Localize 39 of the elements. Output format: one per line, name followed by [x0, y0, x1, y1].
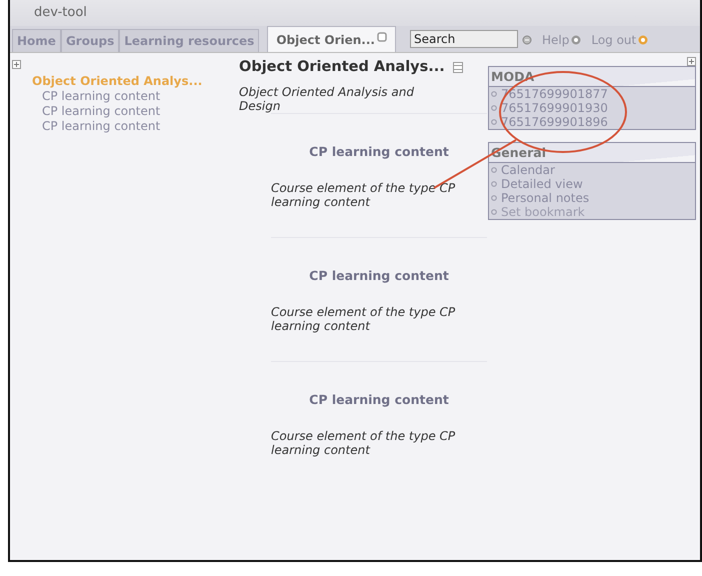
tree-item[interactable]: CP learning content	[12, 104, 217, 119]
element-title[interactable]: CP learning content	[271, 392, 487, 407]
bullet-icon	[491, 167, 497, 173]
tree-item[interactable]: CP learning content	[12, 89, 217, 104]
close-icon[interactable]	[376, 32, 387, 42]
help-link[interactable]: Help	[542, 33, 570, 47]
portlet-link[interactable]: 76517699901930	[501, 101, 608, 115]
element-title[interactable]: CP learning content	[271, 268, 487, 283]
tree-item[interactable]: Object Oriented Analys...	[12, 74, 217, 89]
bullet-icon	[491, 181, 497, 187]
expand-icon[interactable]	[12, 60, 21, 69]
course-description: Object Oriented Analysis and Design	[239, 85, 415, 113]
bullet-icon	[491, 119, 497, 125]
element-description: Course element of the type CP learning content	[271, 181, 456, 209]
bullet-icon	[491, 91, 497, 97]
tab[interactable]: Home	[12, 29, 61, 52]
portlet-link[interactable]: Personal notes	[501, 191, 590, 205]
logout-icon[interactable]	[638, 35, 648, 45]
element-title[interactable]: CP learning content	[271, 144, 487, 159]
portlet-link: Set bookmark	[501, 205, 585, 219]
tab[interactable]: Learning resources	[119, 29, 260, 52]
element-description: Course element of the type CP learning content	[271, 305, 456, 333]
window-icon[interactable]	[452, 62, 463, 72]
tab[interactable]: Object Orien...	[267, 26, 396, 52]
bullet-icon	[491, 195, 497, 201]
element-description: Course element of the type CP learning content	[271, 429, 456, 457]
help-icon[interactable]	[571, 35, 582, 45]
portlet-link[interactable]: Calendar	[501, 163, 555, 177]
bullet-icon	[491, 209, 497, 215]
tree-item[interactable]: CP learning content	[12, 119, 217, 134]
expand-icon[interactable]	[687, 57, 696, 66]
course-title: Object Oriented Analys...	[239, 59, 445, 75]
logout-link[interactable]: Log out	[591, 33, 636, 47]
bullet-icon	[491, 105, 497, 111]
window-title: dev-tool	[34, 5, 87, 20]
search-icon[interactable]	[522, 35, 532, 45]
tab[interactable]: Groups	[60, 29, 120, 52]
portlet-link[interactable]: Detailed view	[501, 177, 583, 191]
search-field[interactable]: Search	[410, 30, 518, 48]
